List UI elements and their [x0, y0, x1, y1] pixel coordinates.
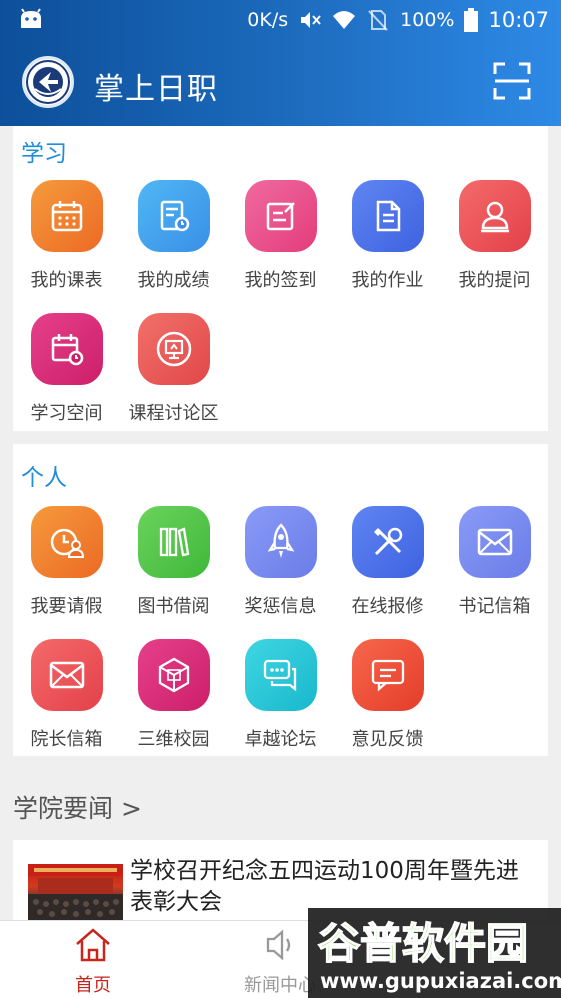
app-title: 掌上日职	[94, 72, 218, 107]
app-my-sign-in[interactable]: 我的签到	[227, 180, 334, 292]
app-label: 奖惩信息	[244, 596, 317, 617]
mail-icon	[30, 639, 103, 711]
app-3d-campus[interactable]: 三维校园	[120, 639, 227, 751]
calendar-clock-icon	[30, 313, 103, 385]
cube-icon	[137, 639, 210, 711]
clock: 10:07	[488, 8, 549, 32]
svg-text:谷普软件园: 谷普软件园	[318, 919, 528, 968]
app-label: 意见反馈	[351, 729, 424, 750]
app-label: 我的签到	[244, 270, 317, 291]
college-emblem-icon	[22, 56, 74, 108]
user-question-icon	[458, 180, 531, 252]
news-thumbnail	[28, 864, 123, 920]
speaker-icon	[266, 929, 291, 961]
app-label: 书记信箱	[458, 596, 531, 617]
app-label: 我的提问	[458, 270, 531, 291]
app-rewards-penalties[interactable]: 奖惩信息	[227, 506, 334, 618]
personal-section-title: 个人	[21, 465, 67, 491]
app-bar: 掌上日职	[0, 40, 561, 126]
battery-percent: 100%	[400, 9, 455, 31]
status-bar: 0K/s 100% 10:07	[0, 0, 561, 40]
tools-icon	[351, 506, 424, 578]
app-my-schedule[interactable]: 我的课表	[13, 180, 120, 292]
app-feedback[interactable]: 意见反馈	[334, 639, 441, 751]
feedback-icon	[351, 639, 424, 711]
app-my-questions[interactable]: 我的提问	[441, 180, 548, 292]
app-label: 学习空间	[30, 403, 103, 424]
app-label: 图书借阅	[137, 596, 210, 617]
mail-icon	[458, 506, 531, 578]
sign-in-icon	[244, 180, 317, 252]
app-label: 我的成绩	[137, 270, 210, 291]
nav-home-label: 首页	[75, 975, 111, 996]
app-online-repair[interactable]: 在线报修	[334, 506, 441, 618]
network-speed: 0K/s	[247, 9, 289, 31]
study-section-title: 学习	[21, 141, 67, 167]
app-label: 我要请假	[30, 596, 103, 617]
report-clock-icon	[137, 180, 210, 252]
android-icon	[21, 8, 41, 28]
app-label: 三维校园	[137, 729, 210, 750]
wifi-icon	[333, 11, 356, 29]
app-my-grades[interactable]: 我的成绩	[120, 180, 227, 292]
app-study-space[interactable]: 学习空间	[13, 313, 120, 425]
app-label: 院长信箱	[30, 729, 103, 750]
app-leave-request[interactable]: 我要请假	[13, 506, 120, 618]
watermark-logo: 谷普软件园 www.gupuxiazai.com	[308, 908, 561, 998]
app-label: 在线报修	[351, 596, 424, 617]
mute-icon	[301, 12, 321, 28]
app-library-borrow[interactable]: 图书借阅	[120, 506, 227, 618]
homework-icon	[351, 180, 424, 252]
header: 0K/s 100% 10:07 掌上日职	[0, 0, 561, 126]
leave-request-icon	[30, 506, 103, 578]
app-label: 课程讨论区	[128, 403, 219, 424]
calendar-icon	[30, 180, 103, 252]
app-my-homework[interactable]: 我的作业	[334, 180, 441, 292]
app-course-discussion[interactable]: 课程讨论区	[120, 313, 227, 425]
app-excellence-forum[interactable]: 卓越论坛	[227, 639, 334, 751]
scan-icon[interactable]	[493, 62, 531, 100]
app-label: 我的课表	[30, 270, 103, 291]
chat-icon	[244, 639, 317, 711]
college-news-header[interactable]: 学院要闻 >	[13, 789, 142, 825]
no-sim-icon	[368, 10, 388, 31]
books-icon	[137, 506, 210, 578]
home-icon	[76, 928, 110, 962]
study-card: 学习 我的课表 我的成绩 我的签到 我的作业 我的提问 学习空间 课程讨论区	[13, 126, 548, 431]
app-label: 我的作业	[351, 270, 424, 291]
battery-icon	[464, 8, 479, 32]
nav-home[interactable]: 首页	[23, 921, 163, 998]
app-label: 卓越论坛	[244, 729, 317, 750]
svg-text:www.gupuxiazai.com: www.gupuxiazai.com	[320, 969, 561, 993]
personal-card: 个人 我要请假 图书借阅 奖惩信息 在线报修 书记信箱 院长信箱 三维校园 卓越…	[13, 444, 548, 756]
presentation-icon	[137, 313, 210, 385]
rocket-icon	[244, 506, 317, 578]
app-secretary-mailbox[interactable]: 书记信箱	[441, 506, 548, 618]
app-dean-mailbox[interactable]: 院长信箱	[13, 639, 120, 751]
